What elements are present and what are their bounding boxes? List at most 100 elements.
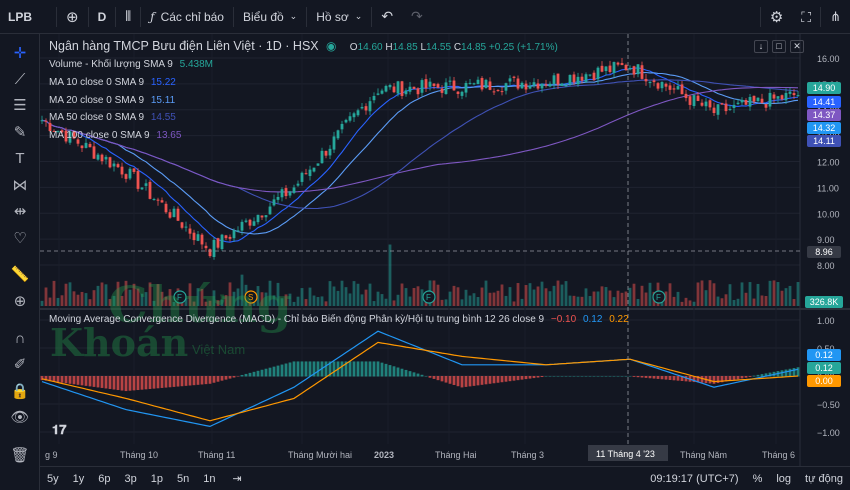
lock-icon[interactable]: 🔒 <box>8 380 32 402</box>
macd-histogram-bar <box>496 376 500 383</box>
macd-legend[interactable]: Moving Average Convergence Divergence (M… <box>49 314 629 325</box>
change-value: +0.25 (+1.71%) <box>488 42 558 53</box>
volume-bar <box>708 280 712 306</box>
auto-toggle[interactable]: tự động <box>798 473 850 485</box>
maximize-icon[interactable]: □ <box>772 40 786 53</box>
macd-histogram-bar <box>712 376 716 384</box>
candle-body <box>632 66 636 75</box>
pattern-icon[interactable]: ⋈ <box>8 174 32 196</box>
calendar-icon[interactable]: ⇥ <box>233 472 242 485</box>
ma20-legend[interactable]: MA 20 close 0 SMA 9 15.11 <box>49 95 175 106</box>
profile-button[interactable]: Hồ sơ ⌄ <box>307 0 371 34</box>
share-icon[interactable]: ⋔ <box>821 0 850 34</box>
macd-histogram-bar <box>388 365 392 377</box>
text-icon[interactable]: T <box>8 147 32 169</box>
trend-line-icon[interactable]: ⟋ <box>8 68 32 90</box>
ma50-legend[interactable]: MA 50 close 0 SMA 9 14.55 <box>49 112 176 123</box>
volume-legend[interactable]: Volume - Khối lượng SMA 9 5.438M <box>49 59 213 70</box>
undo-icon[interactable]: ↶ <box>372 0 402 34</box>
range-button-5n[interactable]: 5n <box>170 473 196 485</box>
macd-histogram-bar <box>120 376 124 391</box>
range-button-6p[interactable]: 6p <box>91 473 117 485</box>
macd-histogram-bar <box>244 373 248 377</box>
candles-icon[interactable]: ⫴ <box>116 0 140 34</box>
close-icon[interactable]: ✕ <box>790 40 804 53</box>
macd-histogram-bar <box>268 367 272 377</box>
range-button-1y[interactable]: 1y <box>66 473 92 485</box>
candle-body <box>208 249 212 257</box>
chart-type-button[interactable]: Biểu đồ ⌄ <box>234 0 306 34</box>
price-tick-label: 9.00 <box>817 235 835 245</box>
macd-histogram-bar <box>304 361 308 377</box>
macd-histogram-bar <box>340 361 344 377</box>
volume-bar <box>644 292 648 306</box>
redo-icon[interactable]: ↷ <box>402 0 432 34</box>
candle-body <box>644 78 648 82</box>
high-key: H <box>385 42 393 53</box>
range-button-3p[interactable]: 3p <box>118 473 144 485</box>
volume-bar <box>44 287 48 306</box>
drawing-toolbar: ✛ ⟋ ☰ ✎ T ⋈ ⇹ ♡ 📏 ⊕ ∩ ✐ 🔒 👁 🗑 <box>0 34 40 490</box>
symbol-button[interactable]: LPB <box>0 0 56 34</box>
indicators-button[interactable]: ƒ Các chỉ báo <box>141 0 233 34</box>
candle-body <box>504 83 508 91</box>
macd-histogram-bar <box>204 376 208 385</box>
log-toggle[interactable]: log <box>769 473 798 485</box>
candle-body <box>708 100 712 108</box>
volume-bar <box>716 296 720 306</box>
volume-bar <box>528 283 532 306</box>
ruler-icon[interactable]: 📏 <box>8 263 32 285</box>
candle-body <box>744 100 748 105</box>
ma100-legend[interactable]: MA 100 close 0 SMA 9 13.65 <box>49 130 181 141</box>
compare-add-icon[interactable]: ⊕ <box>57 0 88 34</box>
macd-histogram-bar <box>528 376 532 379</box>
symbol-title[interactable]: Ngân hàng TMCP Bưu điện Liên Việt · 1D ·… <box>49 39 319 53</box>
macd-histogram-bar <box>276 365 280 377</box>
volume-bar <box>704 290 708 306</box>
crosshair-icon[interactable]: ✛ <box>8 42 32 64</box>
macd-histogram-bar <box>172 376 176 387</box>
candle-body <box>580 76 584 81</box>
volume-bar <box>524 285 528 306</box>
macd-histogram-bar <box>272 366 276 377</box>
fib-icon[interactable]: ☰ <box>8 94 32 116</box>
candle-body <box>140 187 144 190</box>
ma10-legend[interactable]: MA 10 close 0 SMA 9 15.22 <box>49 77 176 88</box>
volume-tag: 326.8K <box>805 296 843 308</box>
arrow-down-icon[interactable]: ↓ <box>754 40 768 53</box>
macd-histogram-bar <box>64 376 68 384</box>
volume-bar <box>712 283 716 306</box>
candle-body <box>216 238 220 248</box>
zoom-in-icon[interactable]: ⊕ <box>8 290 32 312</box>
percent-toggle[interactable]: % <box>746 473 770 485</box>
macd-histogram-bar <box>592 376 596 377</box>
measure-range-icon[interactable]: ⇹ <box>8 200 32 222</box>
macd-histogram-bar <box>576 376 580 377</box>
candle-body <box>396 81 400 94</box>
range-button-1n[interactable]: 1n <box>196 473 222 485</box>
brush-icon[interactable]: ✎ <box>8 121 32 143</box>
range-button-5y[interactable]: 5y <box>40 473 66 485</box>
trash-icon[interactable]: 🗑 <box>8 444 32 466</box>
candle-body <box>636 64 640 75</box>
macd-histogram-bar <box>260 369 264 377</box>
pencil-lock-icon[interactable]: ✐ <box>8 353 32 375</box>
settings-gear-icon[interactable]: ⚙ <box>761 0 792 34</box>
volume-bar <box>452 285 456 306</box>
magnet-icon[interactable]: ∩ <box>8 327 32 349</box>
macd-histogram-bar <box>296 361 300 377</box>
macd-histogram-bar <box>580 376 584 377</box>
macd-histogram-bar <box>236 376 240 377</box>
heart-icon[interactable]: ♡ <box>8 227 32 249</box>
candle-body <box>460 91 464 96</box>
clock[interactable]: 09:19:17 (UTC+7) <box>643 473 745 485</box>
volume-bar <box>580 296 584 306</box>
eye-icon[interactable]: 👁 <box>8 406 32 428</box>
interval-button[interactable]: D <box>89 0 116 34</box>
volume-bar <box>304 299 308 306</box>
macd-histogram-bar <box>460 376 464 388</box>
macd-histogram-bar <box>84 376 88 386</box>
fullscreen-icon[interactable]: ⛶ <box>792 0 820 34</box>
volume-bar <box>588 296 592 306</box>
range-button-1p[interactable]: 1p <box>144 473 170 485</box>
